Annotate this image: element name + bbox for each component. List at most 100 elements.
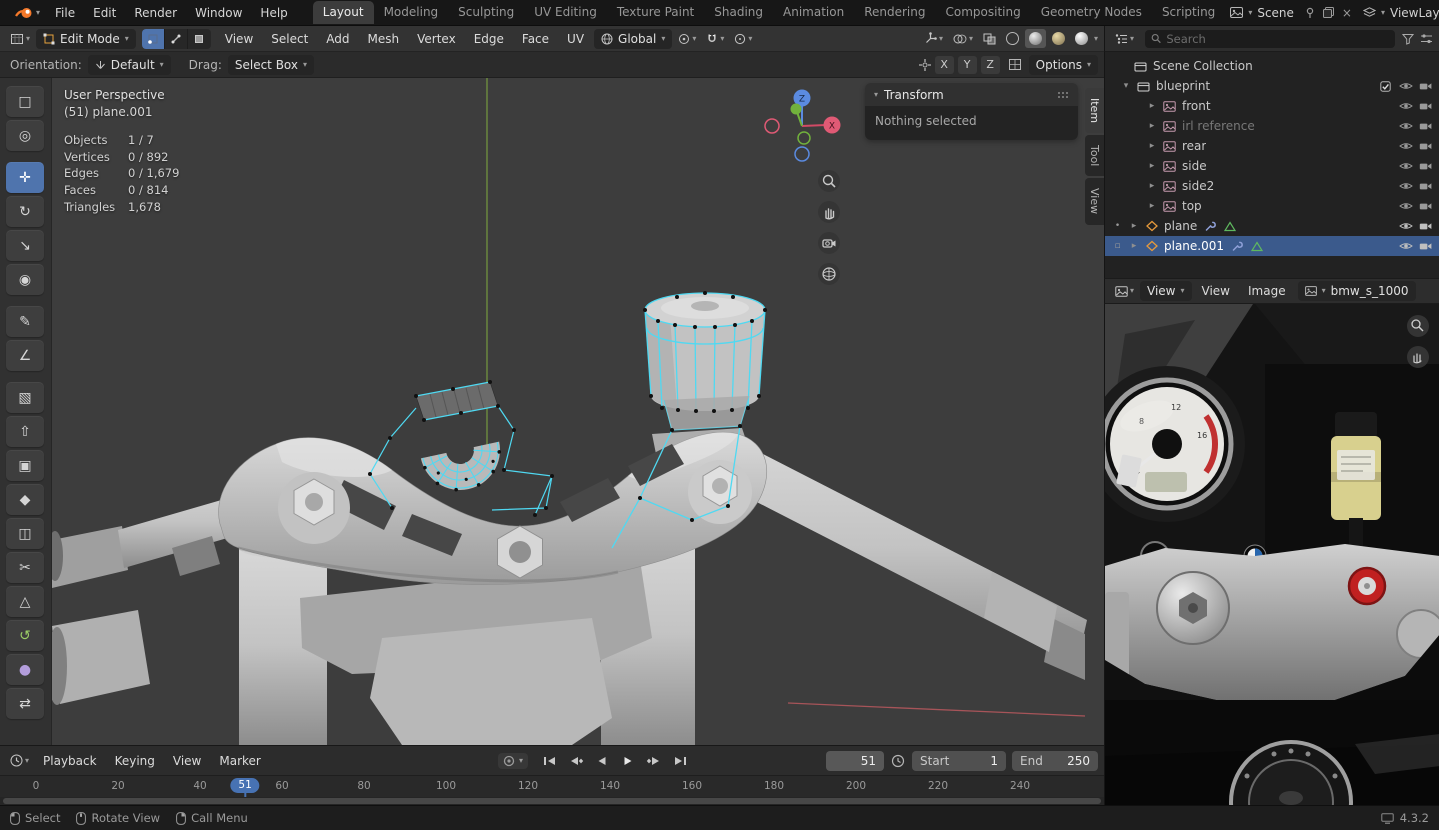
- disclosure-icon[interactable]: ▸: [1147, 201, 1157, 211]
- disclosure-icon[interactable]: ▸: [1147, 141, 1157, 151]
- viewport-menu-uv[interactable]: UV: [559, 29, 592, 49]
- transform-panel-header[interactable]: ▾ Transform: [865, 83, 1078, 106]
- tool-annotate[interactable]: ✎: [6, 306, 44, 337]
- face-select-button[interactable]: [188, 29, 211, 49]
- tool-poly-build[interactable]: △: [6, 586, 44, 617]
- play-button[interactable]: [616, 751, 640, 771]
- hide-eye-icon[interactable]: [1398, 219, 1413, 233]
- drag-dropdown[interactable]: Select Box ▾: [227, 54, 315, 75]
- navigation-gizmo[interactable]: Z X: [760, 86, 844, 166]
- tool-add-cube[interactable]: ▧: [6, 382, 44, 413]
- vertex-select-button[interactable]: [141, 28, 165, 49]
- tool-loop-cut[interactable]: ◫: [6, 518, 44, 549]
- viewport-menu-view[interactable]: View: [217, 29, 261, 49]
- tool-bevel[interactable]: ◆: [6, 484, 44, 515]
- unlink-scene-icon[interactable]: ×: [1340, 6, 1354, 20]
- snap-target-icon[interactable]: [918, 58, 932, 72]
- outliner-item-irl-reference[interactable]: ▸ irl reference: [1105, 116, 1439, 136]
- outliner-row-blueprint[interactable]: ▾ blueprint: [1105, 76, 1439, 96]
- workspace-tab-compositing[interactable]: Compositing: [935, 1, 1030, 24]
- shading-dropdown[interactable]: ▾: [1094, 34, 1098, 43]
- sidebar-tab-item[interactable]: Item: [1085, 88, 1104, 134]
- hide-eye-icon[interactable]: [1398, 139, 1413, 153]
- gizmo-y-neg-axis[interactable]: [797, 131, 811, 145]
- show-gizmo-button[interactable]: ▾: [920, 30, 947, 47]
- disable-camera-icon[interactable]: [1418, 199, 1433, 213]
- playhead[interactable]: 51: [230, 778, 260, 797]
- xray-toggle-button[interactable]: [979, 31, 1000, 47]
- viewport-menu-edge[interactable]: Edge: [466, 29, 512, 49]
- filter-funnel-icon[interactable]: [1402, 33, 1414, 45]
- timeline-menu-marker[interactable]: Marker: [211, 751, 268, 771]
- timeline-menu-view[interactable]: View: [165, 751, 209, 771]
- camera-view-icon[interactable]: [818, 232, 840, 254]
- pivot-point-button[interactable]: ▾: [674, 31, 700, 47]
- disclosure-icon[interactable]: ▸: [1147, 181, 1157, 191]
- workspace-tab-animation[interactable]: Animation: [773, 1, 854, 24]
- image-mode-selector[interactable]: View ▾: [1140, 281, 1192, 301]
- jump-to-end-button[interactable]: [668, 751, 692, 771]
- disable-camera-icon[interactable]: [1418, 159, 1433, 173]
- viewlayer-selector[interactable]: ▾ ViewLayer: [1358, 4, 1439, 22]
- workspace-tab-shading[interactable]: Shading: [704, 1, 773, 24]
- axis-button-y[interactable]: Y: [957, 55, 977, 74]
- menu-render[interactable]: Render: [125, 3, 186, 23]
- zoom-icon[interactable]: [818, 170, 840, 192]
- disclosure-icon[interactable]: ▸: [1129, 221, 1139, 231]
- panel-drag-grip[interactable]: [1057, 91, 1069, 99]
- transform-pivot-icon[interactable]: [1008, 58, 1022, 71]
- hide-eye-icon[interactable]: [1398, 99, 1413, 113]
- tool-cursor[interactable]: ◎: [6, 120, 44, 151]
- next-keyframe-button[interactable]: [642, 751, 666, 771]
- mesh-data-icon[interactable]: [1249, 239, 1264, 253]
- outliner-search[interactable]: [1145, 29, 1395, 48]
- disable-camera-icon[interactable]: [1418, 139, 1433, 153]
- workspace-tab-modeling[interactable]: Modeling: [374, 1, 449, 24]
- options-dropdown[interactable]: Options ▾: [1028, 54, 1098, 75]
- shading-wireframe-button[interactable]: [1002, 29, 1023, 48]
- timeline-menu-keying[interactable]: Keying: [107, 751, 163, 771]
- tool-measure[interactable]: ∠: [6, 340, 44, 371]
- workspace-tab-scripting[interactable]: Scripting: [1152, 1, 1225, 24]
- timeline-scrollbar[interactable]: [0, 797, 1104, 805]
- disable-camera-icon[interactable]: [1418, 239, 1433, 253]
- disclosure-icon[interactable]: ▸: [1129, 241, 1139, 251]
- current-frame-field[interactable]: 51: [826, 750, 884, 771]
- use-preview-range-icon[interactable]: [891, 754, 905, 768]
- image-editor-menu-view[interactable]: View: [1194, 281, 1238, 301]
- tool-transform[interactable]: ◉: [6, 264, 44, 295]
- proportional-edit-button[interactable]: ▾: [730, 31, 756, 47]
- workspace-tab-texture-paint[interactable]: Texture Paint: [607, 1, 704, 24]
- perspective-toggle-icon[interactable]: [818, 263, 840, 285]
- sidebar-tab-view[interactable]: View: [1085, 178, 1104, 225]
- gizmo-x-neg-axis[interactable]: [764, 118, 780, 134]
- orientation-dropdown[interactable]: Default ▾: [87, 54, 171, 75]
- viewport-menu-vertex[interactable]: Vertex: [409, 29, 464, 49]
- outliner-item-front[interactable]: ▸ front: [1105, 96, 1439, 116]
- menu-help[interactable]: Help: [251, 3, 296, 23]
- transform-orientation-selector[interactable]: Global ▾: [594, 28, 673, 49]
- start-frame-field[interactable]: Start 1: [912, 750, 1006, 771]
- tool-rotate[interactable]: ↻: [6, 196, 44, 227]
- menu-edit[interactable]: Edit: [84, 3, 125, 23]
- disable-camera-icon[interactable]: [1418, 179, 1433, 193]
- hide-eye-icon[interactable]: [1398, 79, 1413, 93]
- gizmo-z-neg-axis[interactable]: [794, 146, 810, 162]
- workspace-tab-layout[interactable]: Layout: [312, 1, 374, 24]
- workspace-tab-uv-editing[interactable]: UV Editing: [524, 1, 607, 24]
- menu-file[interactable]: File: [46, 3, 84, 23]
- viewport-canvas[interactable]: [52, 78, 1104, 745]
- disclosure-icon[interactable]: ▸: [1147, 121, 1157, 131]
- disable-camera-icon[interactable]: [1418, 99, 1433, 113]
- hide-eye-icon[interactable]: [1398, 239, 1413, 253]
- pin-icon[interactable]: [1303, 7, 1317, 19]
- shading-rendered-button[interactable]: [1071, 29, 1092, 48]
- auto-keying-toggle[interactable]: ▾: [497, 752, 528, 769]
- workspace-tab-sculpting[interactable]: Sculpting: [448, 1, 524, 24]
- tool-select-box[interactable]: □: [6, 86, 44, 117]
- modifier-wrench-icon[interactable]: [1202, 219, 1217, 233]
- workspace-tab-rendering[interactable]: Rendering: [854, 1, 935, 24]
- sidebar-tab-tool[interactable]: Tool: [1085, 135, 1104, 177]
- disclosure-icon[interactable]: ▸: [1147, 161, 1157, 171]
- blender-app-menu[interactable]: ▾: [8, 6, 46, 20]
